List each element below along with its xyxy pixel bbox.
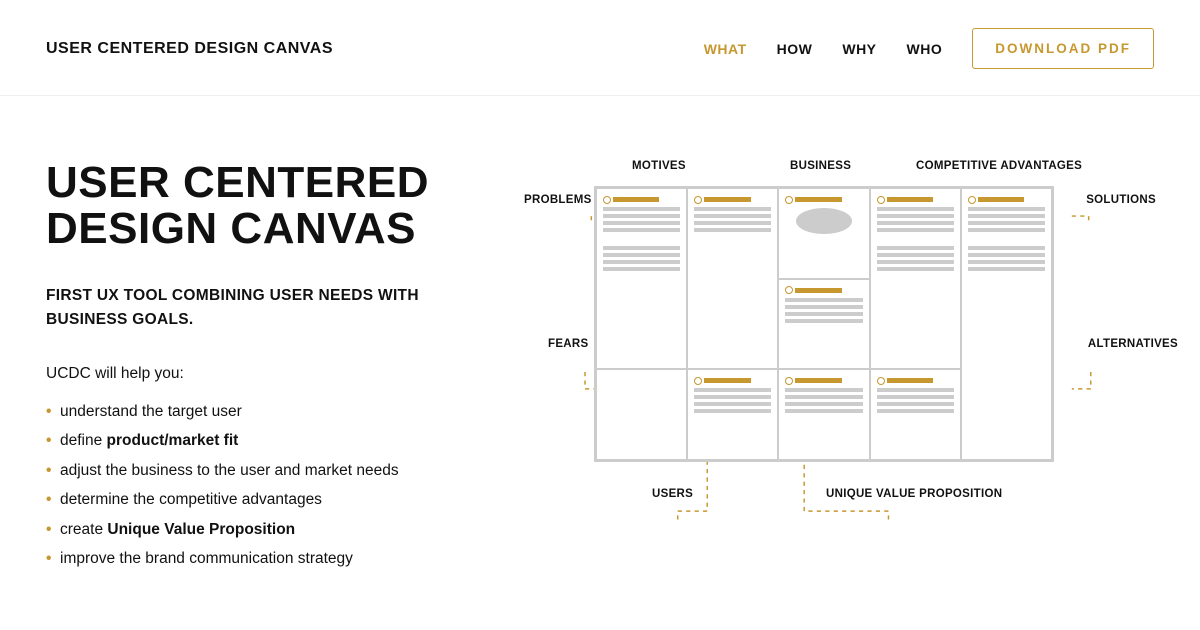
label-users: USERS	[652, 488, 693, 500]
label-motives: MOTIVES	[632, 160, 686, 172]
list-item: improve the brand communication strategy	[46, 544, 486, 573]
cell-motives	[687, 188, 778, 369]
label-business: BUSINESS	[790, 160, 851, 172]
cell-fears	[596, 369, 687, 460]
nav-how[interactable]: HOW	[777, 41, 813, 57]
nav-why[interactable]: WHY	[842, 41, 876, 57]
list-item: define product/market fit	[46, 426, 486, 455]
label-comp-adv: COMPETITIVE ADVANTAGES	[916, 160, 1082, 172]
list-item: understand the target user	[46, 397, 486, 426]
cell-problems	[596, 188, 687, 369]
helps-intro: UCDC will help you:	[46, 365, 486, 383]
list-item: adjust the business to the user and mark…	[46, 456, 486, 485]
hero-copy: USER CENTERED DESIGN CANVAS FIRST UX TOO…	[46, 160, 486, 574]
page-subtitle: FIRST UX TOOL COMBINING USER NEEDS WITH …	[46, 284, 486, 331]
label-uvp: UNIQUE VALUE PROPOSITION	[826, 488, 1002, 500]
page-title: USER CENTERED DESIGN CANVAS	[46, 160, 486, 252]
cell-users	[687, 369, 778, 460]
logo: USER CENTERED DESIGN CANVAS	[46, 40, 333, 58]
cell-business	[778, 188, 869, 279]
label-solutions: SOLUTIONS	[1086, 194, 1156, 206]
list-item: create Unique Value Proposition	[46, 515, 486, 544]
label-problems: PROBLEMS	[524, 194, 592, 206]
cell-competitive-advantages	[870, 188, 961, 369]
label-alternatives: ALTERNATIVES	[1088, 338, 1178, 350]
cell-middle	[778, 279, 869, 370]
main-nav: WHAT HOW WHY WHO DOWNLOAD PDF	[704, 28, 1154, 69]
cell-alternatives	[870, 369, 961, 460]
nav-who[interactable]: WHO	[907, 41, 943, 57]
benefits-list: understand the target user define produc…	[46, 397, 486, 574]
download-pdf-button[interactable]: DOWNLOAD PDF	[972, 28, 1154, 69]
canvas-diagram: PROBLEMS MOTIVES BUSINESS COMPETITIVE AD…	[526, 160, 1154, 574]
nav-what[interactable]: WHAT	[704, 41, 747, 57]
list-item: determine the competitive advantages	[46, 485, 486, 514]
cell-solutions	[961, 188, 1052, 460]
label-fears: FEARS	[548, 338, 588, 350]
cell-uvp	[778, 369, 869, 460]
canvas-grid	[594, 186, 1054, 462]
